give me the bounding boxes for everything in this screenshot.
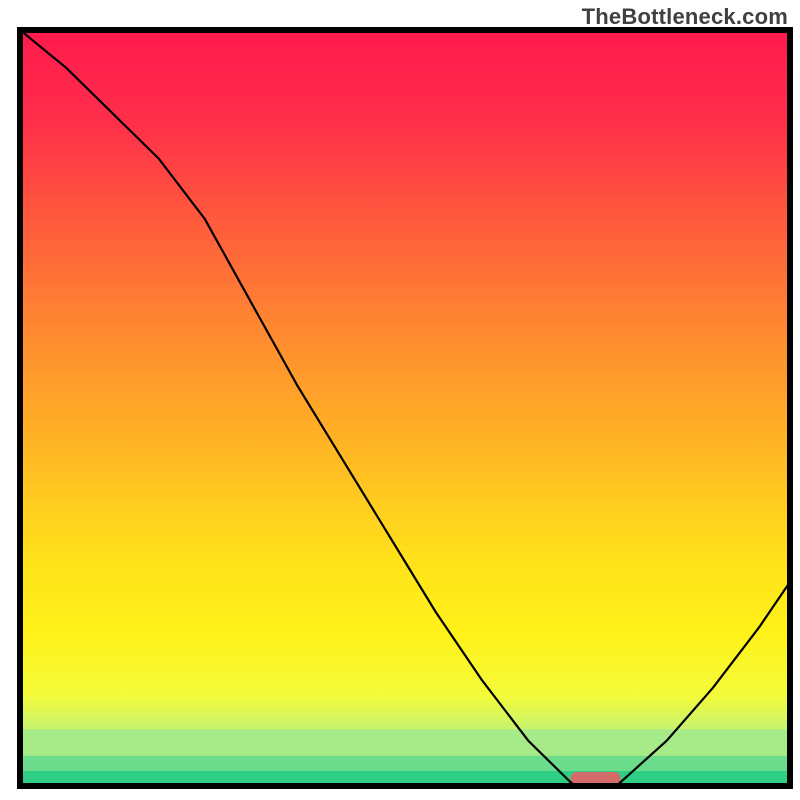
plot-svg: [0, 0, 800, 800]
target-marker: [571, 772, 621, 784]
chart-container: TheBottleneck.com: [0, 0, 800, 800]
gradient-background: [20, 30, 790, 786]
bottom-bands: [20, 729, 790, 786]
watermark: TheBottleneck.com: [582, 4, 788, 30]
